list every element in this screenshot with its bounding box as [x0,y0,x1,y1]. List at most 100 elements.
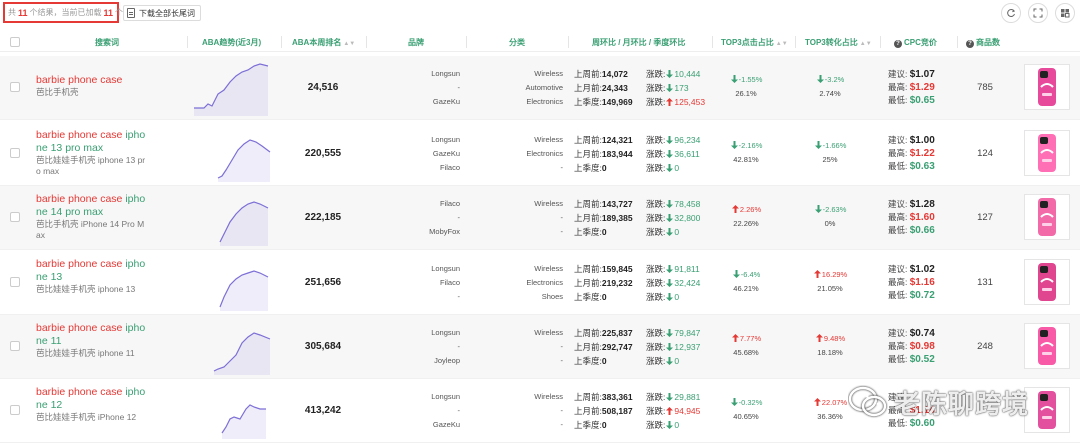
brand-item: Longsun [431,69,460,78]
trend-label: 上周前: [574,264,602,274]
keyword-cell[interactable]: barbie phone case iphone 13 芭比娃娃手机壳 iphon… [36,258,148,295]
change-label: 涨跌: [646,83,666,93]
col-divider [957,36,958,48]
category-item: Wireless [534,69,563,78]
change-value: 0 [674,356,680,366]
brand-item: - [457,83,461,92]
trend-label: 上周前: [574,69,602,79]
row-checkbox[interactable] [10,148,20,158]
top3-click-share-change-value: 7.77% [739,334,762,343]
product-thumbnail[interactable] [1024,259,1070,305]
aba-trend-sparkline [190,319,276,375]
trend-value: 0 [601,292,607,302]
top3-click-share: 7.77% 45.68% [716,332,776,360]
select-all-checkbox[interactable] [10,37,20,47]
col-aba-rank[interactable]: ABA本周排名 ▲▼ [292,37,355,48]
arrow-down-icon [666,164,674,172]
keyword-translation: 芭比手机壳 iPhone 14 Pro Max [36,219,145,240]
trend-value: 124,321 [601,135,633,145]
aba-trend-sparkline [190,60,276,116]
cpc-label: 最低: [888,354,908,364]
table-row: barbie phone case iphone 13 pro max 芭比娃娃手… [0,122,1080,186]
top3-conv-share-change-value: 22.07% [821,398,848,407]
change-label: 涨跌: [646,264,666,274]
product-thumbnail[interactable] [1024,130,1070,176]
grid-settings-icon[interactable] [1055,3,1075,23]
keyword-cell[interactable]: barbie phone case iphone 12 芭比娃娃手机壳 iPhon… [36,386,148,423]
cpc-min: 最低: $0.52 [888,353,948,366]
row-checkbox[interactable] [10,277,20,287]
refresh-icon[interactable] [1001,3,1021,23]
category-item: - [560,227,564,236]
trend-value: 508,187 [601,406,633,416]
product-thumbnail[interactable] [1024,194,1070,240]
expand-icon[interactable] [1028,3,1048,23]
top3-conv-share: 9.48% 18.18% [800,332,860,360]
sort-icon[interactable]: ▲▼ [343,41,355,47]
row-checkbox[interactable] [10,341,20,351]
category-item: Shoes [541,292,563,301]
trend-line-week: 上周前:383,361 涨跌: 29,881 [574,390,714,404]
brand-item: GazeKu [432,149,460,158]
row-checkbox[interactable] [10,405,20,415]
keyword-cell[interactable]: barbie phone case iphone 14 pro max 芭比手机壳… [36,193,148,241]
row-checkbox[interactable] [10,212,20,222]
top3-click-share-value: 45.68% [733,348,759,357]
top3-click-share-change-value: -2.16% [738,141,763,150]
cpc-suggest: 建议: $1.28 [888,198,948,211]
top3-conv-share-change-value: 16.29% [821,270,848,279]
arrow-up-icon [666,98,674,106]
keyword-cell[interactable]: barbie phone case 芭比手机壳 [36,74,148,98]
aba-rank: 24,516 [307,82,339,93]
table-header: 搜索词 ABA趋势(近3月) ABA本周排名 ▲▼ 品牌 分类 周环比 / 月环比… [0,32,1080,52]
trend-line-week: 上周前:143,727 涨跌: 78,458 [574,197,714,211]
category-list: Wireless Automotive Electronics [500,67,563,109]
top3-conv-share-change: 16.29% [800,268,860,282]
product-thumbnail[interactable] [1024,323,1070,369]
top3-conv-share-change-value: -2.63% [822,205,847,214]
sort-icon[interactable]: ▲▼ [860,41,872,47]
arrow-down-icon [666,329,674,337]
help-icon[interactable]: ? [966,40,974,48]
product-thumbnail[interactable] [1024,64,1070,110]
trend-line-week: 上周前:159,845 涨跌: 91,811 [574,262,714,276]
sort-icon[interactable]: ▲▼ [776,41,788,47]
keyword-cell[interactable]: barbie phone case iphone 11 芭比娃娃手机壳 iphon… [36,322,148,359]
change-value: 10,444 [674,69,701,79]
top3-click-share: -0.32% 40.65% [716,396,776,424]
keyword-main: barbie phone case [36,193,126,205]
arrow-down-icon [666,84,674,92]
trend-line-month: 上月前:183,944 涨跌: 36,611 [574,147,714,161]
arrow-down-icon [666,357,674,365]
trend-change: 涨跌: 125,453 [646,95,705,109]
trend-change: 涨跌: 0 [646,354,679,368]
cpc-max: 最高: $1.22 [888,147,948,160]
col-top3-click[interactable]: TOP3点击占比 ▲▼ [721,37,788,48]
keyword-main: barbie phone case [36,386,126,398]
arrow-down-icon [666,421,674,429]
cpc-bid: 建议: $1.02 最高: $1.16 最低: $0.72 [888,263,948,302]
help-icon[interactable]: ? [894,40,902,48]
download-label: 下载全部长尾词 [139,8,195,18]
change-value: 32,424 [674,278,701,288]
download-all-button[interactable]: 下载全部长尾词 [123,5,201,21]
trend-label: 上季度: [574,292,602,302]
col-top3-conv[interactable]: TOP3转化占比 ▲▼ [805,37,872,48]
brand-list: Longsun - Joyleop [395,326,460,368]
trend-value: 143,727 [601,199,633,209]
trend-value: 0 [601,227,607,237]
change-label: 涨跌: [646,278,666,288]
keyword-cell[interactable]: barbie phone case iphone 13 pro max 芭比娃娃手… [36,129,148,177]
row-checkbox[interactable] [10,82,20,92]
top3-click-share-value: 40.65% [733,412,759,421]
arrow-up-icon [815,334,823,342]
cpc-value: $0.74 [909,328,935,339]
trend-label: 上月前: [574,342,602,352]
trend-line-week: 上周前:14,072 涨跌: 10,444 [574,67,714,81]
trend-value: 0 [601,163,607,173]
arrow-up-icon [813,398,821,406]
trend-value: 14,072 [601,69,628,79]
top3-click-share-change: -1.55% [716,73,776,87]
product-count: 785 [977,82,993,93]
period-comparison: 上周前:124,321 涨跌: 96,234 上月前:183,944 涨跌: 36,611… [574,133,714,175]
